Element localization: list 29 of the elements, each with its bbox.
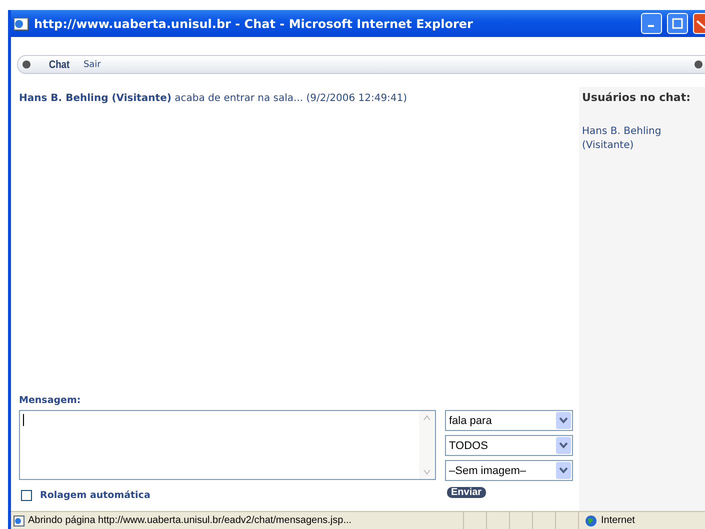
message-label: Mensagem:: [19, 395, 82, 406]
caret-icon: [559, 417, 568, 424]
caret-icon: [559, 467, 568, 474]
chat-message: Hans B. Behling (Visitante) acaba de entrar na sala... (9/2/2006 12:49:41): [19, 93, 408, 104]
checkbox[interactable]: [21, 490, 32, 501]
globe-icon: [585, 514, 597, 526]
window-title: http://www.uaberta.unisul.br - Chat - Microsoft Internet Explorer: [34, 16, 474, 30]
message-field[interactable]: [19, 410, 436, 480]
close-icon: [694, 18, 704, 28]
status-text: Abrindo página http://www.uaberta.unisul.br/eadv2/chat/mensagens.jsp...: [28, 515, 352, 526]
dropdown[interactable]: –Sem imagem–: [445, 460, 573, 481]
browser-icon: [13, 16, 29, 32]
send-button[interactable]: Enviar: [447, 487, 486, 498]
circle-icon: [22, 60, 31, 69]
maximize-button[interactable]: [667, 13, 688, 34]
page-icon: [13, 514, 25, 526]
nav-link[interactable]: Chat: [48, 58, 70, 70]
user-name[interactable]: Hans B. Behling (Visitante): [582, 125, 701, 153]
circle-icon: [694, 60, 703, 69]
dropdown[interactable]: fala para: [445, 410, 573, 431]
maximize-icon: [672, 18, 683, 29]
checkbox-label: Rolagem automática: [40, 490, 150, 501]
caret-icon: [559, 442, 568, 449]
nav-link[interactable]: Sair: [83, 60, 101, 70]
zone-label: Internet: [601, 515, 635, 526]
close-button[interactable]: [693, 13, 705, 34]
minimize-button[interactable]: [641, 13, 662, 34]
users-heading: Usuários no chat:: [582, 91, 692, 104]
dropdown[interactable]: TODOS: [445, 435, 573, 456]
